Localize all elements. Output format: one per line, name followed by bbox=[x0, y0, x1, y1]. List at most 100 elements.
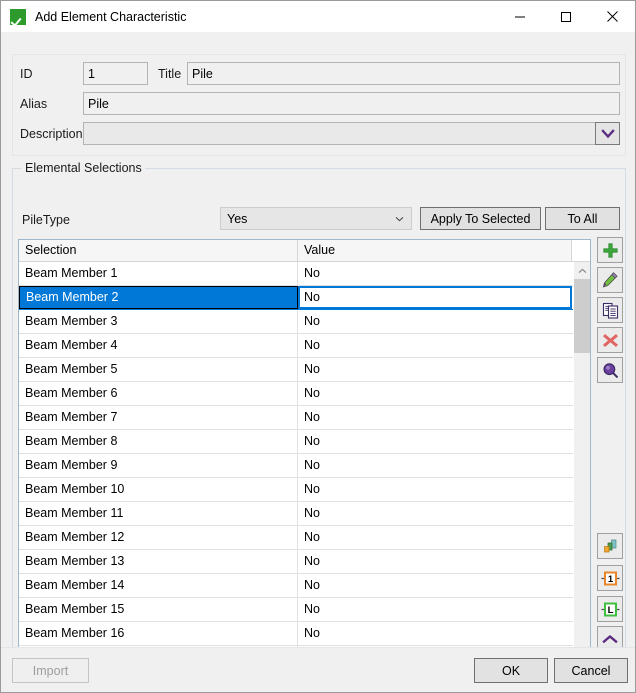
cell-value[interactable]: No bbox=[298, 310, 572, 333]
number-one-icon: 1 bbox=[601, 570, 620, 587]
cell-selection[interactable]: Beam Member 5 bbox=[19, 358, 298, 381]
piletype-value: Yes bbox=[227, 212, 247, 226]
dialog-footer: Import OK Cancel bbox=[1, 647, 635, 692]
table-row[interactable]: Beam Member 14No bbox=[19, 574, 590, 598]
scroll-thumb[interactable] bbox=[574, 279, 591, 353]
grid-body: Beam Member 1NoBeam Member 2NoBeam Membe… bbox=[19, 262, 590, 679]
cell-selection[interactable]: Beam Member 10 bbox=[19, 478, 298, 501]
grid-vertical-scrollbar[interactable] bbox=[573, 262, 590, 679]
apply-to-selected-button[interactable]: Apply To Selected bbox=[420, 207, 541, 230]
column-header-value[interactable]: Value bbox=[298, 240, 572, 261]
table-row[interactable]: Beam Member 13No bbox=[19, 550, 590, 574]
alias-label: Alias bbox=[20, 97, 47, 111]
layers-button[interactable] bbox=[597, 533, 623, 559]
alias-input[interactable] bbox=[83, 92, 620, 115]
cell-value[interactable]: No bbox=[298, 526, 572, 549]
cell-selection[interactable]: Beam Member 8 bbox=[19, 430, 298, 453]
cell-selection[interactable]: Beam Member 13 bbox=[19, 550, 298, 573]
add-row-button[interactable] bbox=[597, 237, 623, 263]
description-label: Description bbox=[20, 127, 83, 141]
chevron-up-icon bbox=[602, 634, 618, 644]
title-input[interactable] bbox=[187, 62, 620, 85]
table-row[interactable]: Beam Member 2No bbox=[19, 286, 590, 310]
cell-value[interactable]: No bbox=[298, 382, 572, 405]
id-label: ID bbox=[20, 67, 33, 81]
cell-value[interactable]: No bbox=[298, 430, 572, 453]
copy-icon bbox=[602, 302, 619, 319]
chevron-up-icon bbox=[578, 268, 587, 274]
table-row[interactable]: Beam Member 3No bbox=[19, 310, 590, 334]
title-label: Title bbox=[158, 67, 181, 81]
table-row[interactable]: Beam Member 4No bbox=[19, 334, 590, 358]
table-row[interactable]: Beam Member 9No bbox=[19, 454, 590, 478]
number-one-button[interactable]: 1 bbox=[597, 565, 623, 591]
cell-selection[interactable]: Beam Member 4 bbox=[19, 334, 298, 357]
table-row[interactable]: Beam Member 8No bbox=[19, 430, 590, 454]
column-header-selection[interactable]: Selection bbox=[19, 240, 298, 261]
fields-panel: ID Title Alias Description bbox=[12, 54, 626, 156]
to-all-button[interactable]: To All bbox=[545, 207, 620, 230]
magnifier-icon bbox=[602, 362, 619, 379]
groupbox-legend: Elemental Selections bbox=[22, 161, 145, 175]
table-row[interactable]: Beam Member 1No bbox=[19, 262, 590, 286]
cell-selection[interactable]: Beam Member 16 bbox=[19, 622, 298, 645]
cell-selection[interactable]: Beam Member 15 bbox=[19, 598, 298, 621]
window-title: Add Element Characteristic bbox=[35, 10, 186, 24]
letter-l-icon: L bbox=[601, 601, 620, 618]
cell-value[interactable]: No bbox=[298, 454, 572, 477]
cell-selection[interactable]: Beam Member 2 bbox=[19, 286, 298, 309]
chevron-down-icon bbox=[601, 129, 615, 139]
cell-selection[interactable]: Beam Member 7 bbox=[19, 406, 298, 429]
cell-selection[interactable]: Beam Member 1 bbox=[19, 262, 298, 285]
cell-value[interactable]: No bbox=[298, 286, 572, 309]
grid-header-row: Selection Value bbox=[19, 240, 590, 262]
cell-value[interactable]: No bbox=[298, 406, 572, 429]
cell-selection[interactable]: Beam Member 3 bbox=[19, 310, 298, 333]
cell-value[interactable]: No bbox=[298, 550, 572, 573]
table-row[interactable]: Beam Member 10No bbox=[19, 478, 590, 502]
title-bar: Add Element Characteristic bbox=[1, 1, 635, 32]
pencil-icon bbox=[601, 271, 619, 289]
cell-value[interactable]: No bbox=[298, 478, 572, 501]
table-row[interactable]: Beam Member 7No bbox=[19, 406, 590, 430]
cell-value[interactable]: No bbox=[298, 622, 572, 645]
table-row[interactable]: Beam Member 12No bbox=[19, 526, 590, 550]
cell-value[interactable]: No bbox=[298, 574, 572, 597]
scroll-up-button[interactable] bbox=[574, 262, 591, 279]
cell-selection[interactable]: Beam Member 9 bbox=[19, 454, 298, 477]
window-controls bbox=[497, 1, 635, 32]
cell-value[interactable]: No bbox=[298, 358, 572, 381]
id-input[interactable] bbox=[83, 62, 148, 85]
cell-selection[interactable]: Beam Member 11 bbox=[19, 502, 298, 525]
cell-value[interactable]: No bbox=[298, 502, 572, 525]
close-button[interactable] bbox=[589, 1, 635, 32]
dialog-content: ID Title Alias Description Elemental Sel… bbox=[1, 32, 635, 692]
maximize-button[interactable] bbox=[543, 1, 589, 32]
table-row[interactable]: Beam Member 16No bbox=[19, 622, 590, 646]
table-row[interactable]: Beam Member 15No bbox=[19, 598, 590, 622]
description-dropdown-button[interactable] bbox=[595, 122, 620, 145]
green-check-icon bbox=[10, 9, 26, 25]
description-input[interactable] bbox=[83, 122, 595, 145]
cell-value[interactable]: No bbox=[298, 262, 572, 285]
search-rows-button[interactable] bbox=[597, 357, 623, 383]
import-button[interactable]: Import bbox=[12, 658, 89, 683]
delete-x-icon bbox=[602, 332, 619, 349]
cell-selection[interactable]: Beam Member 12 bbox=[19, 526, 298, 549]
piletype-combobox[interactable]: Yes bbox=[220, 207, 412, 230]
table-row[interactable]: Beam Member 5No bbox=[19, 358, 590, 382]
minimize-button[interactable] bbox=[497, 1, 543, 32]
delete-row-button[interactable] bbox=[597, 327, 623, 353]
copy-row-button[interactable] bbox=[597, 297, 623, 323]
plus-icon bbox=[602, 242, 619, 259]
table-row[interactable]: Beam Member 11No bbox=[19, 502, 590, 526]
cell-selection[interactable]: Beam Member 6 bbox=[19, 382, 298, 405]
cell-value[interactable]: No bbox=[298, 598, 572, 621]
letter-l-button[interactable]: L bbox=[597, 596, 623, 622]
cell-value[interactable]: No bbox=[298, 334, 572, 357]
ok-button[interactable]: OK bbox=[474, 658, 548, 683]
edit-row-button[interactable] bbox=[597, 267, 623, 293]
cell-selection[interactable]: Beam Member 14 bbox=[19, 574, 298, 597]
cancel-button[interactable]: Cancel bbox=[554, 658, 628, 683]
table-row[interactable]: Beam Member 6No bbox=[19, 382, 590, 406]
